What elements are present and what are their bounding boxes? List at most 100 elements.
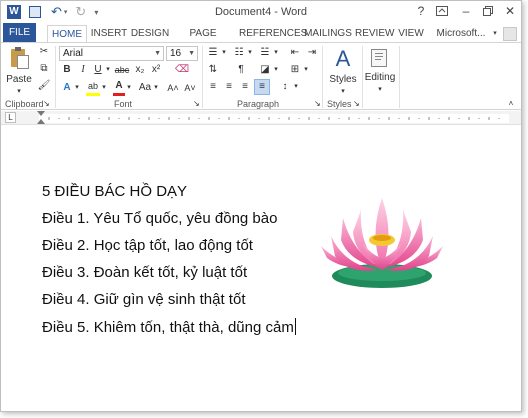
document-line[interactable]: Điều 2. Học tập tốt, lao động tốt [42,237,253,254]
avatar[interactable] [503,27,517,41]
account-name[interactable]: Microsoft... [433,25,489,43]
superscript-button[interactable]: x² [149,63,163,77]
copy-icon[interactable]: ⧉ [37,62,51,76]
format-painter-icon[interactable]: 🖌 [37,79,51,93]
underline-dropdown-icon[interactable]: ▾ [104,63,112,77]
font-color-dropdown-icon[interactable]: ▾ [125,81,133,95]
styles-launcher-icon[interactable]: ↘ [353,97,360,111]
borders-dropdown-icon[interactable]: ▾ [302,63,310,77]
align-right-icon[interactable]: ≡ [238,80,252,94]
align-center-icon[interactable]: ≡ [222,80,236,94]
document-line-text: Điều 5. Khiêm tốn, thật thà, dũng cảm [42,319,294,336]
document-heading[interactable]: 5 ĐIỀU BÁC HỒ DẠY [42,183,187,200]
subscript-button[interactable]: x₂ [133,63,147,77]
clipboard-group-label: Clipboard [5,99,44,109]
restore-button-icon[interactable] [479,3,497,19]
paste-dropdown-icon[interactable]: ▾ [15,85,23,99]
text-effects-dropdown-icon[interactable]: ▾ [73,81,81,95]
document-line-with-caret[interactable]: Điều 5. Khiêm tốn, thật thà, dũng cảm [42,318,296,336]
close-button[interactable]: ✕ [501,3,519,19]
help-button[interactable]: ? [412,3,430,19]
styles-group-label: Styles [327,99,352,109]
document-line[interactable]: Điều 1. Yêu Tổ quốc, yêu đồng bào [42,210,277,227]
shading-icon[interactable]: ◪ [258,63,272,77]
justify-icon[interactable]: ≡ [254,79,270,95]
show-hide-icon[interactable]: ¶ [234,63,248,77]
italic-button[interactable]: I [77,63,89,77]
styles-dropdown-icon[interactable]: ▾ [339,85,347,99]
font-size-dropdown-icon: ▼ [188,50,195,57]
clear-formatting-icon[interactable]: ⌫ [174,63,190,77]
change-case-dropdown-icon[interactable]: ▾ [152,81,160,95]
strikethrough-button[interactable]: abc [114,63,130,77]
font-color-button[interactable]: A [113,79,125,96]
decrease-indent-icon[interactable]: ⇤ [288,46,302,60]
font-launcher-icon[interactable]: ↘ [193,97,200,111]
shrink-font-button[interactable]: A˅ [183,81,197,95]
font-name-select[interactable]: Arial ▼ [59,46,164,61]
text-cursor [294,318,296,335]
ribbon-display-options-icon[interactable] [433,3,451,19]
indent-marker-icon[interactable] [37,111,45,116]
highlight-dropdown-icon[interactable]: ▾ [100,81,108,95]
tab-mailings[interactable]: MAILINGS [303,25,353,43]
shading-dropdown-icon[interactable]: ▾ [272,63,280,77]
numbering-dropdown-icon[interactable]: ▾ [246,46,254,60]
ruler-track [39,114,509,123]
font-name-value: Arial [63,48,84,59]
font-size-select[interactable]: 16 ▼ [166,46,198,61]
document-line[interactable]: Điều 4. Giữ gìn vệ sinh thật tốt [42,291,245,308]
increase-indent-icon[interactable]: ⇥ [305,46,319,60]
tab-home[interactable]: HOME [47,25,87,43]
editing-icon[interactable] [371,49,387,67]
paragraph-launcher-icon[interactable]: ↘ [314,97,321,111]
cut-icon[interactable]: ✂ [37,45,51,59]
tab-page-layout[interactable]: PAGE LAYOUT [172,25,234,56]
document-line[interactable]: Điều 3. Đoàn kết tốt, kỷ luật tốt [42,264,247,281]
ruler-ticks [48,117,500,120]
multilevel-dropdown-icon[interactable]: ▾ [272,46,280,60]
tab-review[interactable]: REVIEW [355,25,394,43]
clipboard-launcher-icon[interactable]: ↘ [43,97,50,111]
ribbon: Paste ▾ ✂ ⧉ 🖌 Clipboard ↘ Arial ▼ 16 ▼ B… [1,42,521,110]
line-spacing-icon[interactable]: ↕ [278,80,292,94]
highlight-button[interactable]: ab [86,79,100,96]
align-left-icon[interactable]: ≡ [206,80,220,94]
paste-icon[interactable] [9,47,29,71]
tab-design[interactable]: DESIGN [130,25,170,43]
group-divider [322,46,323,108]
numbering-icon[interactable]: ☷ [232,46,246,60]
editing-dropdown-icon[interactable]: ▾ [376,83,384,97]
title-bar: W ↶ ▾ ↻ ▾ Document4 - Word ? – ✕ [1,1,521,23]
grow-font-button[interactable]: A˄ [166,81,180,95]
font-name-dropdown-icon: ▼ [154,50,161,57]
text-effects-button[interactable]: A [61,81,73,95]
account-dropdown-icon[interactable]: ▾ [490,25,500,43]
underline-button[interactable]: U [92,63,104,77]
multilevel-list-icon[interactable]: ☱ [258,46,272,60]
minimize-button[interactable]: – [457,3,475,19]
borders-icon[interactable]: ⊞ [288,63,302,77]
change-case-button[interactable]: Aa [137,81,153,95]
collapse-ribbon-icon[interactable]: ˄ [506,97,516,111]
document-page[interactable]: 5 ĐIỀU BÁC HỒ DẠY Điều 1. Yêu Tổ quốc, y… [1,126,521,411]
tab-file[interactable]: FILE [3,23,36,43]
bold-button[interactable]: B [61,63,73,77]
line-spacing-dropdown-icon[interactable]: ▾ [292,80,300,94]
tab-view[interactable]: VIEW [396,25,426,43]
tab-insert[interactable]: INSERT [89,25,129,43]
word-window: W ↶ ▾ ↻ ▾ Document4 - Word ? – ✕ FILE HO… [0,0,522,412]
bullets-icon[interactable]: ☰ [206,46,220,60]
font-size-value: 16 [170,48,182,59]
bullets-dropdown-icon[interactable]: ▾ [220,46,228,60]
tab-selector[interactable]: L [5,112,16,123]
styles-icon[interactable]: A [332,47,354,71]
font-group-label: Font [114,99,133,109]
sort-icon[interactable]: ⇅ [206,63,220,77]
horizontal-ruler[interactable]: L [1,111,521,125]
tab-references[interactable]: REFERENCES [239,25,307,43]
lotus-image[interactable] [313,196,451,291]
ribbon-tabs: FILE HOME INSERT DESIGN PAGE LAYOUT REFE… [1,23,521,56]
paragraph-group-label: Paragraph [237,99,280,109]
hanging-indent-marker-icon[interactable] [37,119,45,124]
